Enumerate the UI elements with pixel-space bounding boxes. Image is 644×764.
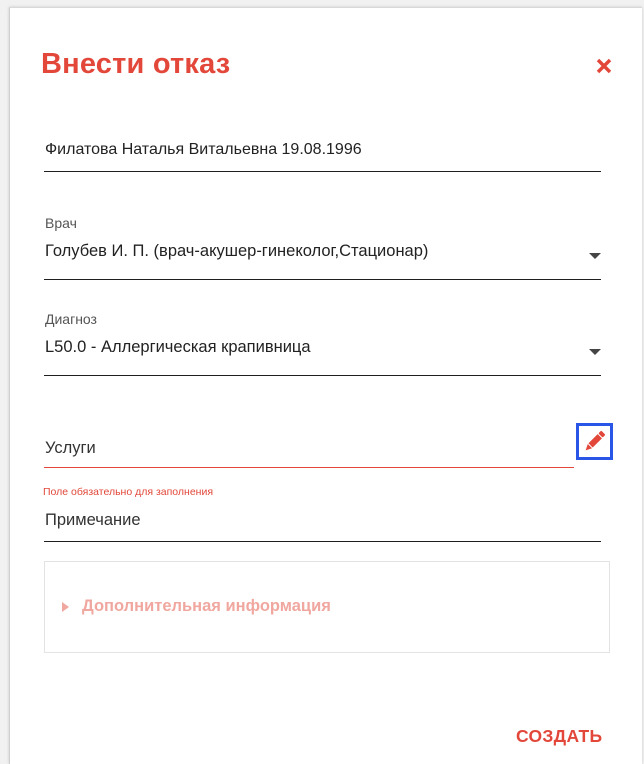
- refusal-dialog: Внести отказ Филатова Наталья Витальевна…: [9, 7, 642, 764]
- doctor-select[interactable]: Врач Голубев И. П. (врач-акушер-гинеколо…: [44, 215, 601, 281]
- patient-value: Филатова Наталья Витальевна 19.08.1996: [45, 141, 362, 158]
- diagnosis-label: Диагноз: [45, 311, 97, 327]
- services-placeholder: Услуги: [45, 439, 96, 457]
- doctor-value: Голубев И. П. (врач-акушер-гинеколог,Ста…: [45, 242, 429, 260]
- patient-field[interactable]: Филатова Наталья Витальевна 19.08.1996: [44, 141, 601, 173]
- create-button[interactable]: СОЗДАТЬ: [516, 726, 602, 747]
- note-underline: [44, 541, 601, 542]
- edit-services-button[interactable]: [576, 423, 613, 460]
- services-underline: [44, 467, 574, 468]
- expand-triangle-icon: [62, 602, 69, 612]
- chevron-down-icon[interactable]: [589, 349, 601, 355]
- pencil-icon: [585, 430, 606, 451]
- doctor-underline: [44, 279, 601, 280]
- note-field[interactable]: Примечание: [44, 511, 601, 543]
- additional-info-panel[interactable]: Дополнительная информация: [44, 561, 610, 653]
- services-field[interactable]: Услуги: [44, 436, 574, 470]
- close-icon[interactable]: [593, 55, 615, 77]
- diagnosis-underline: [44, 375, 601, 376]
- additional-info-label: Дополнительная информация: [82, 597, 331, 615]
- services-error: Поле обязательно для заполнения: [43, 486, 214, 498]
- note-placeholder: Примечание: [45, 511, 141, 529]
- doctor-label: Врач: [45, 215, 77, 231]
- dialog-title: Внести отказ: [41, 48, 231, 80]
- diagnosis-value: L50.0 - Аллергическая крапивница: [45, 338, 311, 356]
- chevron-down-icon[interactable]: [589, 253, 601, 259]
- patient-underline: [44, 171, 601, 172]
- diagnosis-select[interactable]: Диагноз L50.0 - Аллергическая крапивница: [44, 311, 601, 377]
